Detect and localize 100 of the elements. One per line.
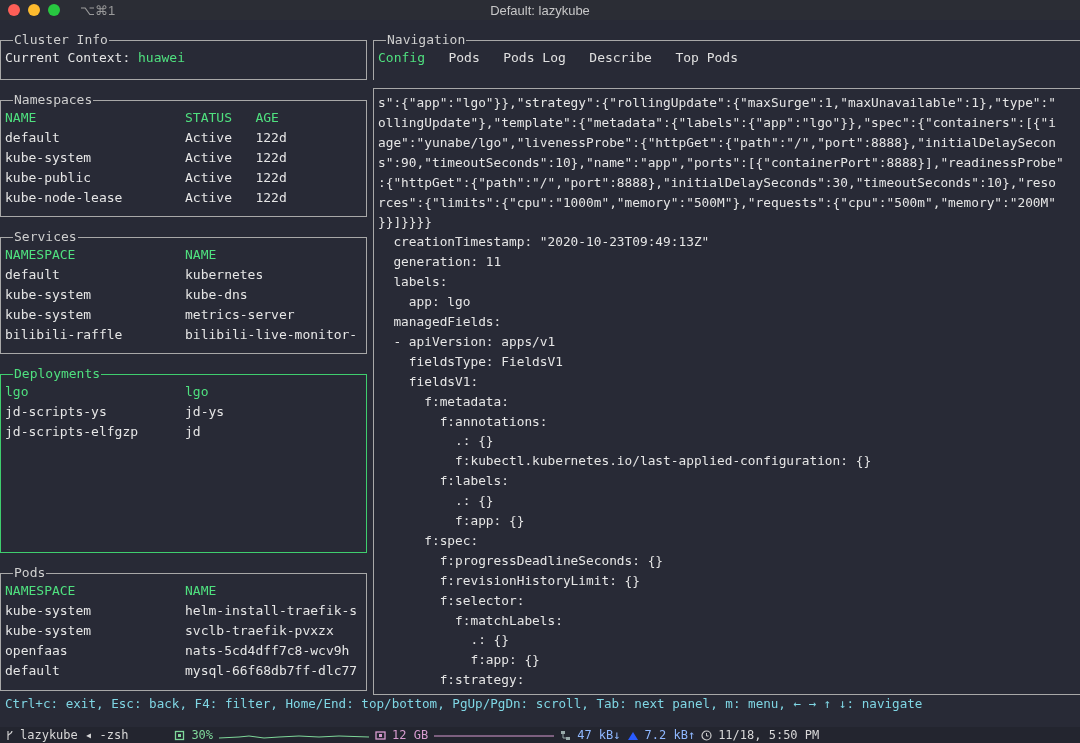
panel[interactable]: Deployments lgo lgo jd-scripts-ys jd-ys jd-scripts-elfgzp jd — [0, 366, 367, 553]
table-cell[interactable]: svclb-traefik-pvxzx — [185, 621, 362, 641]
table-cell[interactable]: jd-scripts-elfgzp — [5, 422, 185, 442]
code-line: f:app: {} — [454, 512, 526, 531]
table-cell[interactable]: kube-node-lease — [5, 188, 185, 208]
table-cell[interactable]: openfaas — [5, 641, 185, 661]
tab[interactable]: Config — [378, 48, 425, 68]
zoom-button[interactable] — [48, 4, 60, 16]
table-cell[interactable]: lgo — [185, 382, 362, 402]
table-cell[interactable]: 122d — [255, 148, 362, 168]
branch-icon — [6, 729, 14, 741]
upload-rate: 7.2 kB↑ — [644, 728, 696, 742]
code-line: fieldsType: FieldsV1 — [407, 352, 564, 371]
clock: 11/18, 5:50 PM — [718, 728, 820, 742]
code-line: f:strategy: — [438, 671, 526, 690]
table-cell[interactable]: Active — [185, 168, 256, 188]
close-button[interactable] — [8, 4, 20, 16]
tab[interactable]: Pods Log — [503, 48, 566, 68]
panel-title: Cluster Info — [13, 32, 109, 48]
table-cell[interactable]: kube-system — [5, 305, 185, 325]
context-label: Current Context: — [5, 49, 131, 67]
table-cell[interactable]: default — [5, 265, 185, 285]
table-cell[interactable]: 122d — [255, 128, 362, 148]
code-line: f:labels: — [438, 472, 510, 491]
table-cell[interactable]: kube-dns — [185, 285, 362, 305]
table-cell[interactable]: mysql-66f68db7ff-dlc77 — [185, 661, 362, 681]
table-cell[interactable]: kube-system — [5, 621, 185, 641]
table-cell[interactable]: kube-system — [5, 601, 185, 621]
table-cell[interactable]: kube-public — [5, 168, 185, 188]
code-line: s":{"app":"lgo"}},"strategy":{"rollingUpdate":{"maxSurge":1,"maxUnavailable":1},"type":" — [378, 94, 1057, 112]
cpu-icon — [174, 729, 186, 741]
code-line: f:selector: — [438, 591, 526, 610]
code-line: f:annotations: — [438, 412, 549, 431]
table-cell[interactable]: default — [5, 661, 185, 681]
code-line: f:metadata: — [423, 392, 510, 411]
code-line: .: {} — [454, 492, 495, 511]
table-cell[interactable]: jd — [185, 422, 362, 442]
code-line: s":90,"timeoutSeconds":10},"name":"app","ports":[{"containerPort":8888}],"readinessProbe" — [378, 153, 1065, 172]
memory-icon — [375, 729, 387, 741]
code-line: }}]}}}} — [378, 213, 433, 232]
table-cell[interactable]: Active — [185, 128, 256, 148]
tab[interactable]: Top Pods — [675, 48, 739, 68]
context-name: huawei — [138, 49, 185, 67]
code-line: .: {} — [454, 432, 495, 451]
column-header: NAMESPACE — [5, 246, 77, 264]
code-line: managedFields: — [392, 312, 503, 331]
table-cell[interactable]: jd-scripts-ys — [5, 402, 185, 422]
table-cell[interactable]: 122d — [255, 168, 362, 188]
code-line: .: {} — [469, 631, 510, 650]
cpu-usage: 30% — [191, 728, 214, 742]
table-cell[interactable]: Active — [185, 188, 256, 208]
panel[interactable]: Pods NAMESPACE NAME kube-system helm-install-traefik-s kube-system svclb-traefik-pvxzx openfaas nats-5cd4dff7c8-wcv9h default mysql-66f68db7ff-dlc77 — [0, 565, 367, 691]
panel-title: Navigation — [386, 32, 467, 48]
keybinding-help: Ctrl+c: exit, Esc: back, F4: filter, Home/End: top/bottom, PgUp/PgDn: scroll, Tab: next panel, m: menu, ← → ↑ ↓: navigate — [4, 695, 924, 713]
table-cell[interactable]: 122d — [255, 188, 362, 208]
table-cell[interactable]: kube-system — [5, 148, 185, 168]
code-line: age":"yunabe/lgo","livenessProbe":{"httpGet":{"path":"/","port":8888},"initialDelaySecon — [378, 133, 1057, 152]
panel[interactable]: Namespaces NAME STATUS AGE default Active 122d kube-system Active 122d kube-public Active 122d kube-node-lease Active 122d — [0, 92, 367, 217]
code-line: fieldsV1: — [407, 372, 480, 391]
code-line: f:progressDeadlineSeconds: {} — [438, 551, 665, 570]
table-cell[interactable]: bilibili-live-monitor- — [185, 325, 362, 345]
code-line: f:kubectl.kubernetes.io/last-applied-configuration: {} — [454, 452, 873, 471]
panel-title: Namespaces — [13, 92, 94, 108]
code-line: labels: — [392, 273, 449, 292]
table-cell[interactable]: jd-ys — [185, 402, 362, 422]
clock-icon — [701, 729, 713, 741]
column-header: NAME — [185, 582, 218, 600]
panel-title: Deployments — [13, 366, 102, 382]
table-cell[interactable]: Active — [185, 148, 256, 168]
table-cell[interactable]: bilibili-raffle — [5, 325, 185, 345]
column-header: NAME — [185, 246, 218, 264]
code-line: app: lgo — [407, 293, 472, 312]
session-name: lazykube ◂ -zsh — [20, 728, 129, 742]
minimize-button[interactable] — [28, 4, 40, 16]
code-line: f:spec: — [423, 531, 480, 550]
download-rate: 47 kB↓ — [577, 728, 621, 742]
panel[interactable]: Services NAMESPACE NAME default kubernetes kube-system kube-dns kube-system metrics-server bilibili-raffle bilibili-live-monitor- — [0, 229, 367, 354]
table-cell[interactable]: lgo — [5, 382, 185, 402]
column-header: NAMESPACE — [5, 582, 77, 600]
network-icon — [560, 729, 572, 741]
code-line: f:app: {} — [469, 651, 541, 670]
table-cell[interactable]: helm-install-traefik-s — [185, 601, 362, 621]
table-cell[interactable]: kube-system — [5, 285, 185, 305]
tab[interactable]: Pods — [448, 48, 480, 68]
table-cell[interactable]: nats-5cd4dff7c8-wcv9h — [185, 641, 362, 661]
table-cell[interactable]: metrics-server — [185, 305, 362, 325]
code-line: - apiVersion: apps/v1 — [392, 332, 557, 351]
table-cell[interactable]: default — [5, 128, 185, 148]
memory-usage: 12 GB — [392, 728, 429, 742]
window-title: Default: lazykube — [490, 2, 590, 18]
table-cell[interactable]: kubernetes — [185, 265, 362, 285]
code-line: f:revisionHistoryLimit: {} — [438, 571, 641, 590]
code-line: f:matchLabels: — [454, 611, 564, 630]
code-line: generation: 11 — [392, 253, 503, 272]
column-header: AGE — [255, 109, 280, 127]
code-line: ollingUpdate"},"template":{"metadata":{"labels":{"app":"lgo"}},"spec":{"containers":[{"i — [378, 113, 1057, 132]
tab[interactable]: Describe — [589, 48, 652, 68]
code-line: :{"httpGet":{"path":"/","port":8888},"initialDelaySeconds":30,"timeoutSeconds":10},"reso — [378, 173, 1057, 192]
code-line: rces":{"limits":{"cpu":"1000m","memory":"500M"},"requests":{"cpu":"500m","memory":"200M" — [378, 193, 1057, 212]
code-line: creationTimestamp: "2020-10-23T09:49:13Z" — [392, 233, 711, 252]
